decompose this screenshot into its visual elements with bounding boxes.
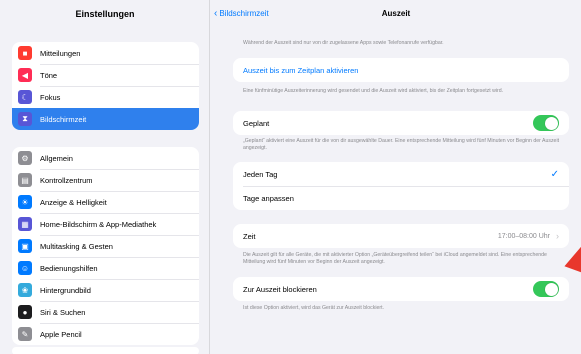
sidebar-item-label: Siri & Suchen	[40, 307, 86, 317]
sidebar-item-allgemein[interactable]: ⚙ Allgemein	[12, 147, 199, 169]
chevron-right-icon: ›	[556, 231, 559, 241]
sidebar-item-home-bildschirm-app-mediathek[interactable]: ▦ Home-Bildschirm & App-Mediathek	[12, 213, 199, 235]
sidebar-item-label: Kontrollzentrum	[40, 175, 93, 185]
checkmark-icon: ✓	[550, 168, 559, 180]
sidebar-item-fokus[interactable]: ☾ Fokus	[12, 86, 199, 108]
sidebar-item-anzeige-helligkeit[interactable]: ☀ Anzeige & Helligkeit	[12, 191, 199, 213]
sidebar-item-label: Fokus	[40, 92, 61, 102]
sidebar-item-label: Anzeige & Helligkeit	[40, 197, 107, 207]
page-title: Auszeit	[381, 9, 411, 18]
every-day-row[interactable]: Jeden Tag ✓	[233, 162, 569, 186]
sidebar-item-hintergrundbild[interactable]: ❀ Hintergrundbild	[12, 279, 199, 301]
accessibility-icon: ☺	[18, 261, 32, 275]
multitasking-icon: ▣	[18, 239, 32, 253]
bell-icon: ■	[18, 46, 32, 60]
sidebar-item-bedienungshilfen[interactable]: ☺ Bedienungshilfen	[12, 257, 199, 279]
sidebar-item-label: Home-Bildschirm & App-Mediathek	[40, 219, 157, 229]
planned-card: Geplant	[233, 111, 569, 135]
sidebar-group-top: ■ Mitteilungen ◀ Töne ☾ Fokus ⧗ Bildschirmzeit	[12, 42, 199, 130]
pencil-icon: ✎	[18, 327, 32, 341]
sidebar-item-siri-suchen[interactable]: ● Siri & Suchen	[12, 301, 199, 323]
customize-days-row[interactable]: Tage anpassen	[233, 186, 569, 210]
speaker-icon: ◀	[18, 68, 32, 82]
time-value: 17:00–08:00 Uhr	[497, 232, 550, 240]
intro-note: Während der Auszeit sind nur von dir zug…	[243, 40, 444, 46]
activate-until-schedule-link[interactable]: Auszeit bis zum Zeitplan aktivieren	[243, 66, 358, 75]
time-card: Zeit 17:00–08:00 Uhr ›	[233, 224, 569, 248]
sidebar-item-label: Apple Pencil	[40, 329, 82, 339]
sidebar-item-label: Hintergrundbild	[40, 285, 91, 295]
detail-pane: ‹ Bildschirmzeit Auszeit Während der Aus…	[211, 0, 581, 354]
every-day-label: Jeden Tag	[243, 169, 278, 179]
home-grid-icon: ▦	[18, 217, 32, 231]
sidebar-item-label: Multitasking & Gesten	[40, 241, 113, 251]
sidebar-item-apple-pencil[interactable]: ✎ Apple Pencil	[12, 323, 199, 345]
sidebar-item-kontrollzentrum[interactable]: ▤ Kontrollzentrum	[12, 169, 199, 191]
sidebar-title: Einstellungen	[75, 9, 135, 19]
block-row: Zur Auszeit blockieren	[233, 277, 569, 301]
planned-toggle[interactable]	[533, 115, 559, 131]
hourglass-icon: ⧗	[18, 112, 32, 126]
block-note: Ist diese Option aktiviert, wird das Ger…	[243, 305, 384, 311]
days-card: Jeden Tag ✓ Tage anpassen	[233, 162, 569, 210]
sidebar-item-label: Mitteilungen	[40, 48, 81, 58]
control-center-icon: ▤	[18, 173, 32, 187]
time-row[interactable]: Zeit 17:00–08:00 Uhr ›	[233, 224, 569, 248]
sidebar-item-label: Bedienungshilfen	[40, 263, 98, 273]
sun-icon: ☀	[18, 195, 32, 209]
sidebar-group-cutoff	[12, 347, 199, 354]
sidebar-item-label: Bildschirmzeit	[40, 114, 87, 124]
sidebar-item-multitasking-gesten[interactable]: ▣ Multitasking & Gesten	[12, 235, 199, 257]
sidebar-item-label: Töne	[40, 70, 58, 80]
time-label: Zeit	[243, 231, 256, 241]
activate-until-schedule-row[interactable]: Auszeit bis zum Zeitplan aktivieren	[233, 58, 569, 82]
schedule-card: Auszeit bis zum Zeitplan aktivieren	[233, 58, 569, 82]
sidebar-item-bildschirmzeit[interactable]: ⧗ Bildschirmzeit	[12, 108, 199, 130]
sidebar: Einstellungen ■ Mitteilungen ◀ Töne ☾ Fokus ⧗ B…	[0, 0, 210, 354]
block-toggle[interactable]	[533, 281, 559, 297]
planned-label: Geplant	[243, 118, 270, 128]
planned-note: „Geplant“ aktiviert eine Auszeit für die…	[243, 138, 560, 151]
sidebar-item-töne[interactable]: ◀ Töne	[12, 64, 199, 86]
block-label: Zur Auszeit blockieren	[243, 284, 317, 294]
customize-days-label: Tage anpassen	[243, 193, 294, 203]
sidebar-item-label: Allgemein	[40, 153, 73, 163]
time-note: Die Auszeit gilt für alle Geräte, die mi…	[243, 252, 547, 265]
moon-icon: ☾	[18, 90, 32, 104]
wallpaper-icon: ❀	[18, 283, 32, 297]
gear-icon: ⚙	[18, 151, 32, 165]
sidebar-group-general: ⚙ Allgemein ▤ Kontrollzentrum ☀ Anzeige & Hel…	[12, 147, 199, 345]
planned-row: Geplant	[233, 111, 569, 135]
schedule-note: Eine fünfminütige Auszeiterinnerung wird…	[243, 88, 504, 94]
block-card: Zur Auszeit blockieren	[233, 277, 569, 301]
siri-icon: ●	[18, 305, 32, 319]
sidebar-item-mitteilungen[interactable]: ■ Mitteilungen	[12, 42, 199, 64]
